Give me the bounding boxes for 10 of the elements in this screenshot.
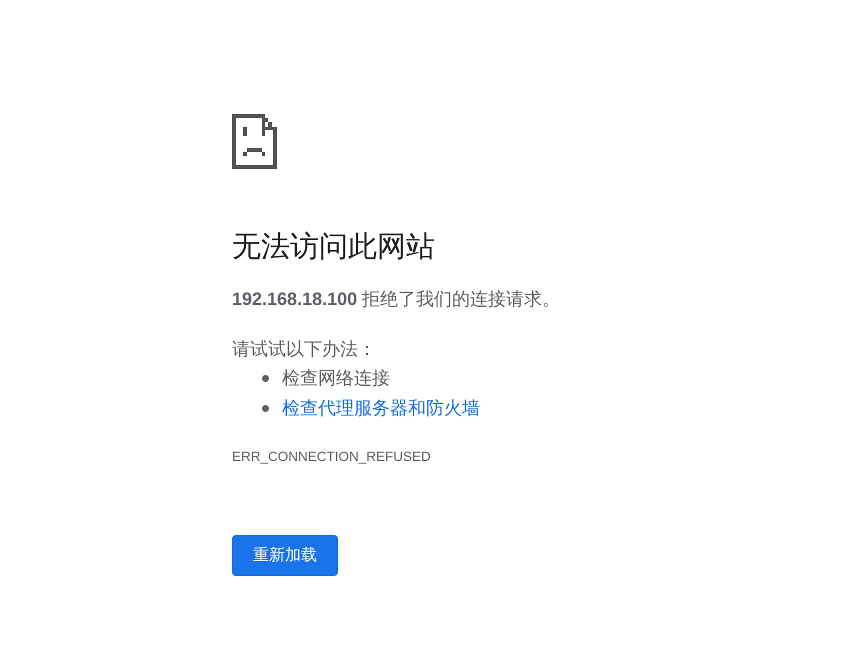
sad-page-icon: [232, 114, 277, 169]
bullet-icon: [262, 404, 269, 412]
error-code: ERR_CONNECTION_REFUSED: [232, 448, 432, 466]
suggestion-link[interactable]: 检查代理服务器和防火墙: [282, 393, 480, 423]
suggestions-heading: 请试试以下办法：: [232, 338, 377, 361]
reload-button[interactable]: 重新加载: [232, 535, 338, 576]
bullet-icon: [262, 374, 269, 382]
page-title: 无法访问此网站: [232, 230, 436, 265]
suggestion-text: 检查网络连接: [282, 367, 390, 390]
error-message: 192.168.18.100 拒绝了我们的连接请求。: [232, 288, 562, 311]
